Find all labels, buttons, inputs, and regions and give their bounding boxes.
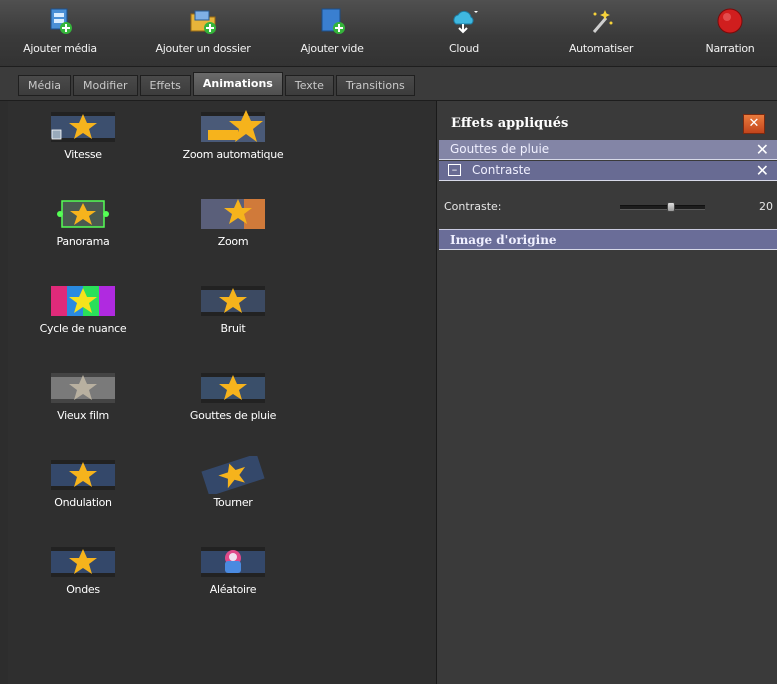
add-media-button[interactable]: Ajouter média xyxy=(22,4,98,64)
effect-rotate[interactable]: Tourner xyxy=(158,456,308,509)
cloud-button[interactable]: Cloud xyxy=(438,4,490,64)
add-blank-icon xyxy=(321,8,345,34)
narration-button[interactable]: Narration xyxy=(698,4,762,64)
applied-effect-label: Gouttes de pluie xyxy=(450,142,550,156)
effect-ripple[interactable]: Ondulation xyxy=(8,456,158,509)
effect-old-film[interactable]: Vieux film xyxy=(8,369,158,422)
add-folder-button[interactable]: Ajouter un dossier xyxy=(144,4,262,64)
tab-effects[interactable]: Effets xyxy=(139,75,191,96)
tab-transitions[interactable]: Transitions xyxy=(335,75,415,96)
effect-waves[interactable]: Ondes xyxy=(8,543,158,596)
effect-label: Aléatoire xyxy=(209,583,257,596)
effect-zoom[interactable]: Zoom xyxy=(158,195,308,248)
auto-zoom-star-icon xyxy=(201,110,265,142)
effect-label: Ondes xyxy=(66,583,100,596)
main-toolbar: Ajouter média Ajouter un dossier Ajouter… xyxy=(0,0,777,67)
noise-star-icon xyxy=(201,286,265,316)
collapse-icon[interactable]: – xyxy=(448,164,461,176)
contrast-value: 20 xyxy=(759,200,773,213)
animations-gallery: Vitesse Zoom automatique Panorama Zoom C… xyxy=(8,101,437,684)
add-media-icon xyxy=(50,8,72,34)
cloud-label: Cloud xyxy=(449,42,479,55)
effect-label: Ondulation xyxy=(54,496,112,509)
magic-wand-icon xyxy=(592,10,613,33)
effect-raindrops[interactable]: Gouttes de pluie xyxy=(158,369,308,422)
add-blank-button[interactable]: Ajouter vide xyxy=(292,4,372,64)
narration-label: Narration xyxy=(705,42,755,55)
original-image-label: Image d'origine xyxy=(450,233,557,247)
raindrops-star-icon xyxy=(201,373,265,403)
app-window: Ajouter média Ajouter un dossier Ajouter… xyxy=(0,0,777,684)
effect-label: Tourner xyxy=(213,496,253,509)
effect-label: Vitesse xyxy=(64,148,102,161)
effect-label: Bruit xyxy=(220,322,246,335)
tab-bar: Média Modifier Effets Animations Texte T… xyxy=(0,67,777,101)
effect-label: Gouttes de pluie xyxy=(189,409,277,422)
close-icon[interactable]: ✕ xyxy=(743,114,765,134)
original-image-row[interactable]: Image d'origine xyxy=(439,229,777,250)
contrast-param-row: Contraste: 20 xyxy=(437,194,777,220)
remove-effect-icon[interactable]: ✕ xyxy=(756,161,769,180)
tab-modify[interactable]: Modifier xyxy=(73,75,138,96)
ripple-star-icon xyxy=(51,460,115,490)
applied-effect-raindrops[interactable]: Gouttes de pluie ✕ xyxy=(439,140,777,160)
effect-label: Zoom automatique xyxy=(182,148,284,161)
cloud-icon xyxy=(453,10,478,34)
applied-effects-panel: Effets appliqués ✕ Gouttes de pluie ✕ – … xyxy=(437,101,777,684)
remove-effect-icon[interactable]: ✕ xyxy=(756,140,769,159)
applied-effect-contrast[interactable]: – Contraste ✕ xyxy=(439,161,777,181)
random-icon xyxy=(201,547,265,577)
effect-pan[interactable]: Panorama xyxy=(8,195,158,248)
contrast-slider-handle[interactable] xyxy=(667,202,675,212)
add-blank-label: Ajouter vide xyxy=(300,42,364,55)
automate-label: Automatiser xyxy=(568,42,634,55)
pan-star-icon xyxy=(57,200,109,228)
effect-random[interactable]: Aléatoire xyxy=(158,543,308,596)
panel-header: Effets appliqués ✕ xyxy=(437,106,777,138)
effect-auto-zoom[interactable]: Zoom automatique xyxy=(158,108,308,161)
effect-label: Cycle de nuance xyxy=(39,322,127,335)
hue-cycle-star-icon xyxy=(51,286,115,316)
tab-media[interactable]: Média xyxy=(18,75,72,96)
add-folder-label: Ajouter un dossier xyxy=(155,42,251,55)
old-film-star-icon xyxy=(51,373,115,403)
tab-animations[interactable]: Animations xyxy=(192,72,283,96)
applied-effect-label: Contraste xyxy=(472,163,531,177)
speed-star-icon xyxy=(51,112,115,142)
effect-hue-cycle[interactable]: Cycle de nuance xyxy=(8,282,158,335)
effect-speed[interactable]: Vitesse xyxy=(8,108,158,161)
tab-text[interactable]: Texte xyxy=(284,75,334,96)
record-icon xyxy=(717,8,743,34)
contrast-label: Contraste: xyxy=(444,200,502,213)
contrast-slider[interactable] xyxy=(620,202,705,212)
rotate-star-icon xyxy=(201,456,265,494)
add-media-label: Ajouter média xyxy=(23,42,97,55)
waves-star-icon xyxy=(51,547,115,577)
panel-title: Effets appliqués xyxy=(451,116,569,131)
add-folder-icon xyxy=(190,10,216,34)
effect-label: Panorama xyxy=(56,235,110,248)
effect-label: Vieux film xyxy=(57,409,109,422)
zoom-star-icon xyxy=(201,199,265,229)
automate-button[interactable]: Automatiser xyxy=(560,4,642,64)
effect-noise[interactable]: Bruit xyxy=(158,282,308,335)
effect-label: Zoom xyxy=(217,235,249,248)
